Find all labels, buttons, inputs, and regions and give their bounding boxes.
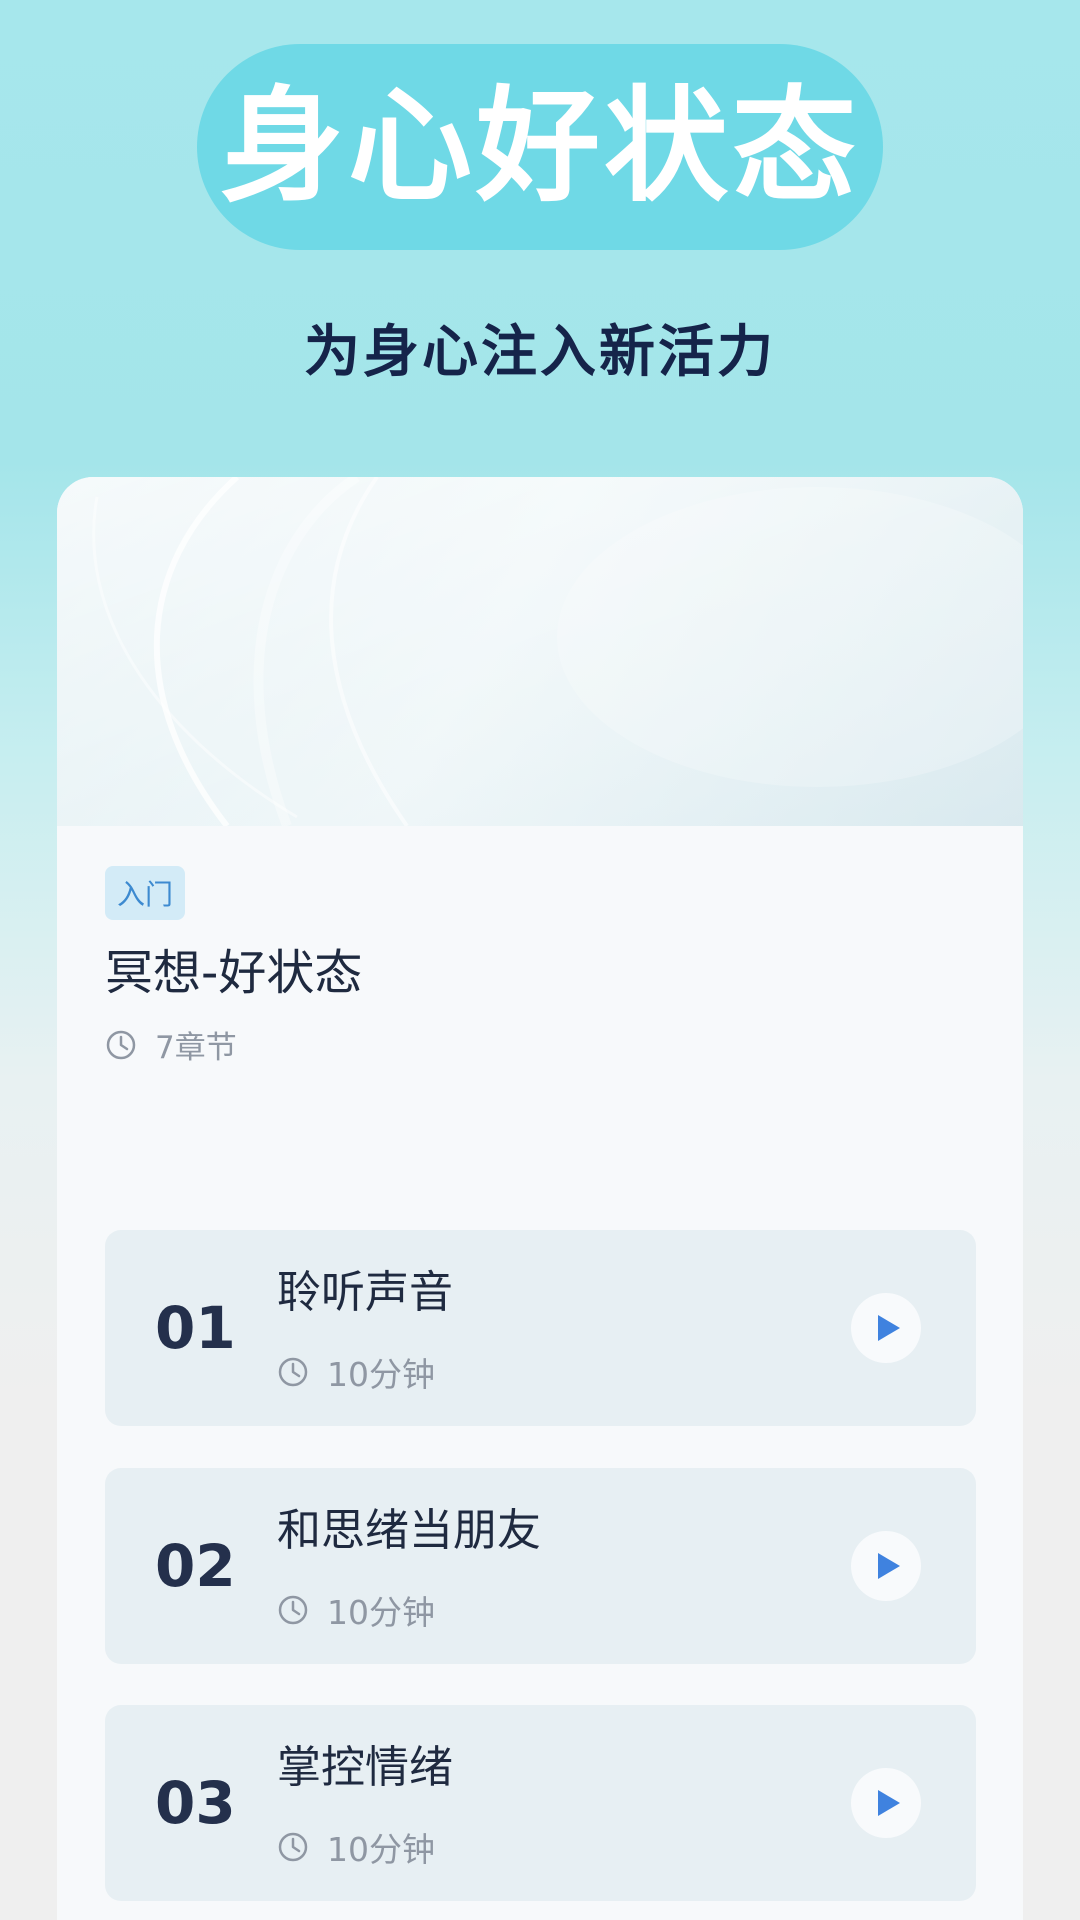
play-button[interactable] (851, 1768, 921, 1838)
lesson-duration-text: 10分钟 (327, 1355, 435, 1394)
lesson-title: 和思绪当朋友 (277, 1505, 541, 1556)
course-cover-image (57, 477, 1023, 826)
course-chapter-count: 7章节 (105, 1022, 237, 1067)
clock-icon (106, 1030, 136, 1059)
lesson-duration-text: 10分钟 (327, 1830, 435, 1869)
hero-title-pill: 身心好状态 (197, 44, 883, 250)
lesson-number: 01 (155, 1294, 236, 1362)
play-icon (878, 1790, 900, 1816)
chapter-count-text: 7章节 (155, 1030, 237, 1066)
course-title: 冥想-好状态 (105, 945, 363, 1001)
clock-icon (278, 1832, 308, 1862)
play-icon (878, 1315, 900, 1341)
lesson-duration: 10分钟 (277, 1823, 435, 1871)
lesson-number: 02 (155, 1532, 236, 1600)
clock-icon (278, 1595, 308, 1625)
lesson-duration-text: 10分钟 (327, 1593, 435, 1632)
difficulty-tag: 入门 (105, 866, 185, 920)
lesson-item-03[interactable]: 03 掌控情绪 10分钟 (105, 1705, 976, 1901)
clock-icon (278, 1357, 308, 1387)
course-card: 入门 冥想-好状态 7章节 01 聆听声音 10分钟 02 和思绪当朋友 10分… (57, 477, 1023, 1920)
play-icon (878, 1553, 900, 1579)
hero-subtitle: 为身心注入新活力 (304, 320, 776, 385)
play-button[interactable] (851, 1531, 921, 1601)
lesson-title: 聆听声音 (277, 1267, 453, 1318)
lesson-duration: 10分钟 (277, 1586, 435, 1634)
lesson-duration: 10分钟 (277, 1348, 435, 1396)
lesson-item-01[interactable]: 01 聆听声音 10分钟 (105, 1230, 976, 1426)
lesson-title: 掌控情绪 (277, 1742, 453, 1793)
lesson-item-02[interactable]: 02 和思绪当朋友 10分钟 (105, 1468, 976, 1664)
lesson-number: 03 (155, 1769, 236, 1837)
play-button[interactable] (851, 1293, 921, 1363)
hero-title: 身心好状态 (219, 75, 860, 219)
